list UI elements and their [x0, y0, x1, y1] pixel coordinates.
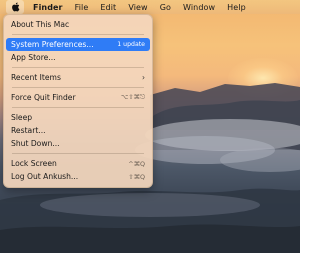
menu-item-lock-screen[interactable]: Lock Screen ^⌘Q [6, 157, 150, 170]
menu-item-recent-items[interactable]: Recent Items › [6, 71, 150, 84]
menu-separator [12, 67, 144, 68]
menubar-finder[interactable]: Finder [33, 3, 63, 12]
menu-separator [12, 87, 144, 88]
menu-item-system-preferences[interactable]: System Preferences... 1 update [6, 38, 150, 51]
menu-item-restart[interactable]: Restart... [6, 124, 150, 137]
menu-item-label: Log Out Ankush... [11, 172, 79, 181]
menubar-help[interactable]: Help [227, 3, 246, 12]
apple-menu-button[interactable] [6, 0, 24, 14]
apple-logo-icon [11, 2, 19, 12]
menubar-view[interactable]: View [128, 3, 147, 12]
menu-item-label: Shut Down... [11, 139, 60, 148]
keyboard-shortcut: ^⌘Q [128, 159, 145, 168]
menu-item-app-store[interactable]: App Store... [6, 51, 150, 64]
menu-item-label: Recent Items [11, 73, 61, 82]
menu-item-sleep[interactable]: Sleep [6, 111, 150, 124]
menu-item-about-this-mac[interactable]: About This Mac [6, 18, 150, 31]
menu-item-label: System Preferences... [11, 40, 94, 49]
menu-bar: Finder File Edit View Go Window Help [0, 0, 300, 14]
menu-item-label: Sleep [11, 113, 33, 122]
menubar-window[interactable]: Window [183, 3, 215, 12]
menubar-file[interactable]: File [75, 3, 89, 12]
menu-separator [12, 34, 144, 35]
menubar-go[interactable]: Go [160, 3, 171, 12]
chevron-right-icon: › [142, 73, 145, 82]
keyboard-shortcut: ⇧⌘Q [128, 172, 145, 181]
menu-item-label: Lock Screen [11, 159, 57, 168]
menu-separator [12, 153, 144, 154]
menu-item-label: App Store... [11, 53, 56, 62]
menu-item-label: Restart... [11, 126, 46, 135]
menu-item-shut-down[interactable]: Shut Down... [6, 137, 150, 150]
menu-item-force-quit[interactable]: Force Quit Finder ⌥⇧⌘⎋ [6, 91, 150, 104]
menu-item-label: About This Mac [11, 20, 70, 29]
menu-item-label: Force Quit Finder [11, 93, 76, 102]
apple-dropdown-menu: About This Mac System Preferences... 1 u… [3, 14, 153, 188]
update-badge: 1 update [117, 41, 145, 48]
keyboard-shortcut: ⌥⇧⌘⎋ [120, 93, 145, 101]
menu-separator [12, 107, 144, 108]
menu-item-log-out[interactable]: Log Out Ankush... ⇧⌘Q [6, 170, 150, 183]
menubar-edit[interactable]: Edit [100, 3, 116, 12]
